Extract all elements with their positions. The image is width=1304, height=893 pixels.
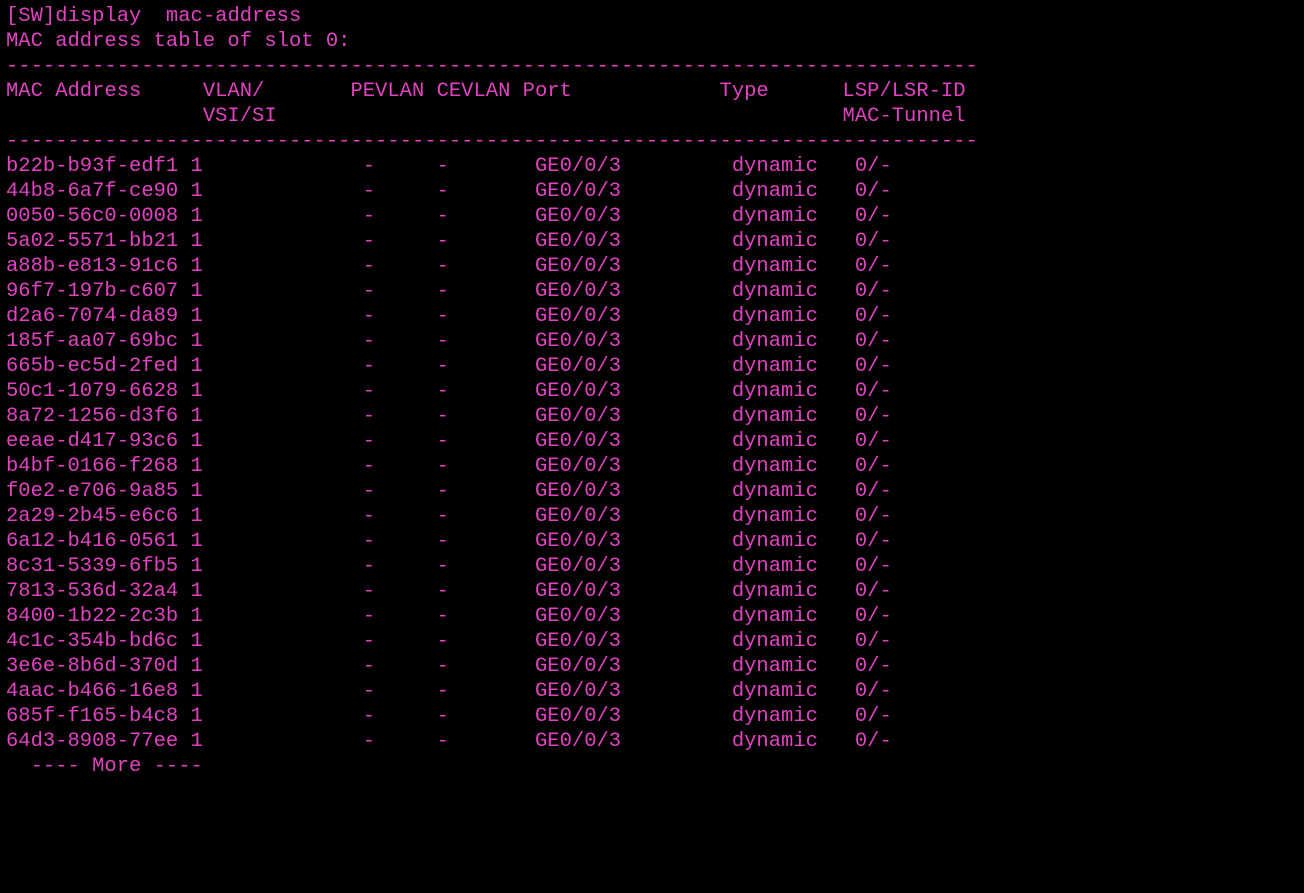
table-row: eeae-d417-93c6 1 - - GE0/0/3 dynamic 0/- [6, 429, 1298, 454]
table-row: 185f-aa07-69bc 1 - - GE0/0/3 dynamic 0/- [6, 329, 1298, 354]
separator-mid: ----------------------------------------… [6, 129, 1298, 154]
table-row: 8400-1b22-2c3b 1 - - GE0/0/3 dynamic 0/- [6, 604, 1298, 629]
table-row: 665b-ec5d-2fed 1 - - GE0/0/3 dynamic 0/- [6, 354, 1298, 379]
table-row: f0e2-e706-9a85 1 - - GE0/0/3 dynamic 0/- [6, 479, 1298, 504]
table-row: 8c31-5339-6fb5 1 - - GE0/0/3 dynamic 0/- [6, 554, 1298, 579]
table-row: 4aac-b466-16e8 1 - - GE0/0/3 dynamic 0/- [6, 679, 1298, 704]
table-row: b22b-b93f-edf1 1 - - GE0/0/3 dynamic 0/- [6, 154, 1298, 179]
table-row: 6a12-b416-0561 1 - - GE0/0/3 dynamic 0/- [6, 529, 1298, 554]
table-row: 5a02-5571-bb21 1 - - GE0/0/3 dynamic 0/- [6, 229, 1298, 254]
subtitle-line: MAC address table of slot 0: [6, 29, 1298, 54]
table-row: 4c1c-354b-bd6c 1 - - GE0/0/3 dynamic 0/- [6, 629, 1298, 654]
header-line-2: VSI/SI MAC-Tunnel [6, 104, 1298, 129]
table-row: 685f-f165-b4c8 1 - - GE0/0/3 dynamic 0/- [6, 704, 1298, 729]
command-line: [SW]display mac-address [6, 4, 1298, 29]
table-row: 44b8-6a7f-ce90 1 - - GE0/0/3 dynamic 0/- [6, 179, 1298, 204]
table-row: 0050-56c0-0008 1 - - GE0/0/3 dynamic 0/- [6, 204, 1298, 229]
table-row: 50c1-1079-6628 1 - - GE0/0/3 dynamic 0/- [6, 379, 1298, 404]
table-row: 8a72-1256-d3f6 1 - - GE0/0/3 dynamic 0/- [6, 404, 1298, 429]
header-line-1: MAC Address VLAN/ PEVLAN CEVLAN Port Typ… [6, 79, 1298, 104]
table-row: 2a29-2b45-e6c6 1 - - GE0/0/3 dynamic 0/- [6, 504, 1298, 529]
separator-top: ----------------------------------------… [6, 54, 1298, 79]
table-row: d2a6-7074-da89 1 - - GE0/0/3 dynamic 0/- [6, 304, 1298, 329]
table-row: b4bf-0166-f268 1 - - GE0/0/3 dynamic 0/- [6, 454, 1298, 479]
table-row: 64d3-8908-77ee 1 - - GE0/0/3 dynamic 0/- [6, 729, 1298, 754]
more-prompt[interactable]: ---- More ---- [6, 754, 1298, 779]
table-row: 96f7-197b-c607 1 - - GE0/0/3 dynamic 0/- [6, 279, 1298, 304]
table-row: 3e6e-8b6d-370d 1 - - GE0/0/3 dynamic 0/- [6, 654, 1298, 679]
prompt-prefix: [SW] [6, 5, 55, 28]
table-row: 7813-536d-32a4 1 - - GE0/0/3 dynamic 0/- [6, 579, 1298, 604]
command-text: display mac-address [55, 5, 301, 28]
table-row: a88b-e813-91c6 1 - - GE0/0/3 dynamic 0/- [6, 254, 1298, 279]
terminal-output[interactable]: [SW]display mac-addressMAC address table… [0, 0, 1304, 783]
